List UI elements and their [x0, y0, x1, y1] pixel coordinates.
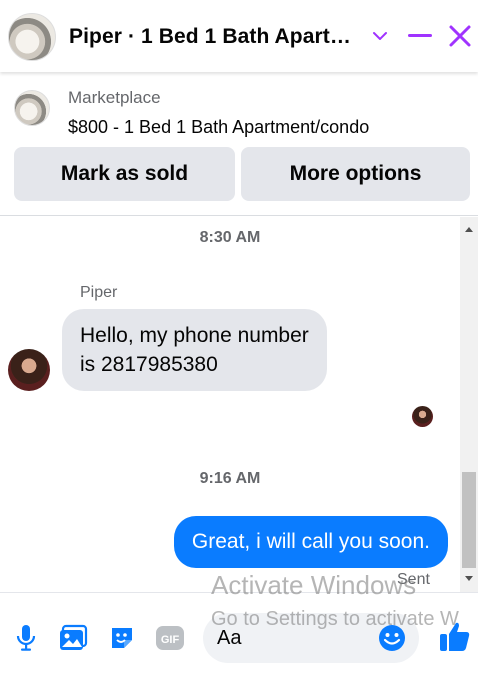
messages-scrollbar[interactable] — [460, 217, 478, 592]
chat-title[interactable]: Piper · 1 Bed 1 Bath Apart… — [69, 25, 351, 49]
listing-thumbnail[interactable] — [14, 90, 50, 126]
microphone-icon[interactable] — [11, 623, 41, 653]
listing-avatar[interactable] — [8, 13, 56, 61]
chat-header: Piper · 1 Bed 1 Bath Apart… — [0, 0, 478, 72]
chevron-down-icon[interactable] — [366, 22, 394, 50]
outgoing-message-bubble[interactable]: Great, i will call you soon. — [173, 516, 448, 568]
read-receipt-avatar — [412, 406, 433, 427]
sender-name: Piper — [80, 284, 118, 301]
timestamp: 8:30 AM — [199, 229, 261, 246]
more-options-button[interactable]: More options — [241, 147, 470, 201]
photo-icon[interactable] — [58, 623, 88, 653]
minimize-icon[interactable] — [406, 22, 434, 50]
activate-windows-hint: Go to Settings to activate W — [211, 608, 459, 630]
message-composer: GIF — [0, 592, 478, 676]
listing-card: Marketplace $800 - 1 Bed 1 Bath Apartmen… — [0, 72, 478, 216]
scrollbar-thumb[interactable] — [462, 472, 476, 568]
timestamp: 9:16 AM — [199, 470, 261, 487]
svg-text:GIF: GIF — [161, 634, 180, 646]
scroll-down-arrow-icon[interactable] — [465, 576, 473, 581]
incoming-message-bubble[interactable]: Hello, my phone number is 2817985380 — [62, 309, 327, 391]
sender-avatar[interactable] — [8, 349, 50, 391]
message-list[interactable]: 8:30 AM Piper Hello, my phone number is … — [0, 217, 460, 592]
activate-windows-watermark: Activate Windows — [211, 570, 417, 600]
listing-source: Marketplace — [68, 88, 161, 107]
close-icon[interactable] — [446, 22, 474, 50]
gif-icon[interactable]: GIF — [155, 623, 185, 653]
mark-as-sold-button[interactable]: Mark as sold — [14, 147, 235, 201]
listing-name[interactable]: $800 - 1 Bed 1 Bath Apartment/condo — [68, 117, 369, 138]
sticker-icon[interactable] — [107, 623, 137, 653]
scroll-up-arrow-icon[interactable] — [465, 227, 473, 232]
